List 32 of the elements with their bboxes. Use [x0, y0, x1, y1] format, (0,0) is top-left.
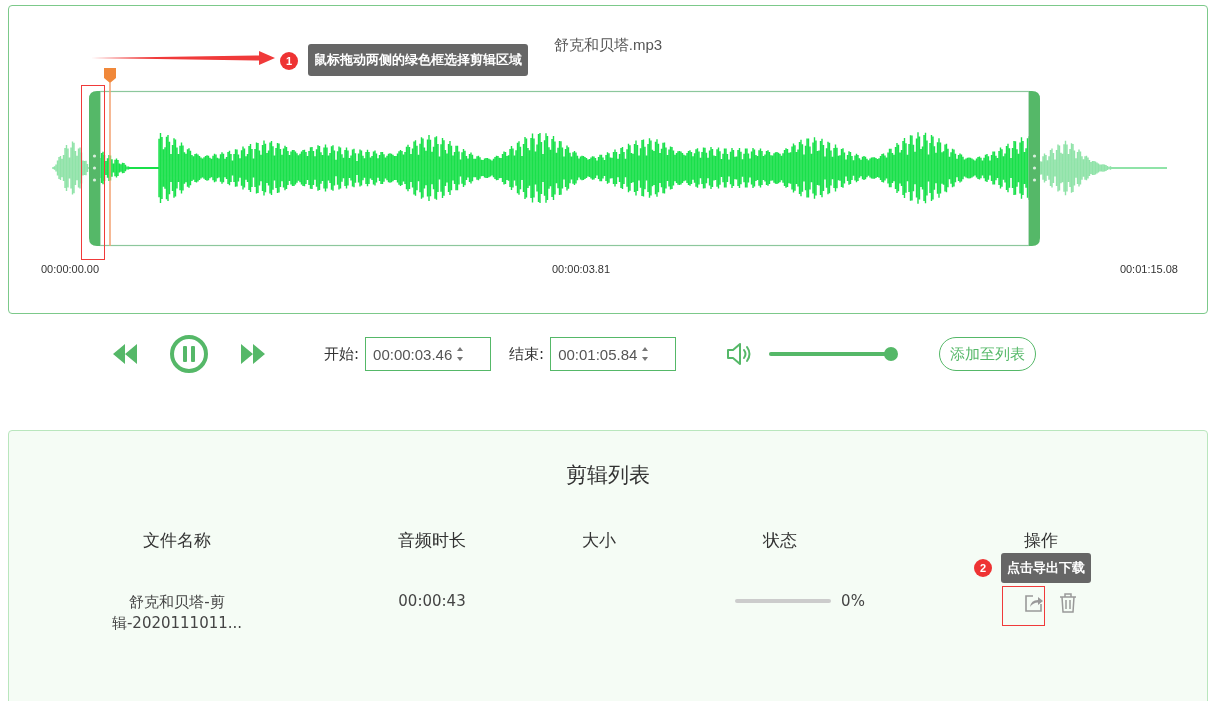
step-badge: 1 [280, 52, 298, 70]
highlight-frame [1002, 586, 1045, 626]
end-label: 结束: [509, 344, 545, 364]
time-label: 00:00:03.81 [552, 263, 611, 275]
tooltip: 点击导出下载 [1001, 553, 1091, 583]
rewind-icon[interactable] [112, 343, 138, 365]
end-time-field[interactable]: 00:01:05.84 [550, 337, 677, 371]
step-badge: 2 [974, 559, 992, 577]
column-header: 音频时长 [397, 529, 467, 552]
tooltip: 鼠标拖动两侧的绿色框选择剪辑区域 [308, 44, 528, 76]
column-header: 文件名称 [142, 529, 212, 552]
time-label: 00:01:15.08 [1119, 263, 1178, 275]
time-label: 00:00:00.00 [41, 263, 100, 275]
file-name-cell-text: 舒克和贝塔-剪 辑-2020111011... [110, 592, 244, 634]
column-header: 大小 [581, 529, 617, 552]
column-header: 操作 [1023, 529, 1059, 552]
left-handle[interactable] [89, 91, 100, 246]
column-header: 状态 [762, 529, 798, 552]
duration-cell-text: 00:00:43 [397, 592, 467, 610]
trash-icon[interactable] [1058, 592, 1078, 614]
right-handle[interactable] [1029, 91, 1040, 246]
fast-forward-icon[interactable] [240, 343, 266, 365]
start-label: 开始: [324, 344, 360, 364]
spinner-arrows-icon[interactable] [456, 345, 465, 363]
progress-reading: 0% [841, 592, 865, 610]
playhead[interactable] [104, 68, 116, 247]
pause-icon[interactable] [169, 334, 209, 374]
spinner-arrows-icon[interactable] [641, 345, 650, 363]
list-title: 剪辑列表 [565, 462, 651, 489]
start-time-field[interactable]: 00:00:03.46 [365, 337, 492, 371]
export-icon[interactable] [1024, 593, 1044, 613]
file-title: 舒克和贝塔.mp3 [552, 36, 664, 55]
